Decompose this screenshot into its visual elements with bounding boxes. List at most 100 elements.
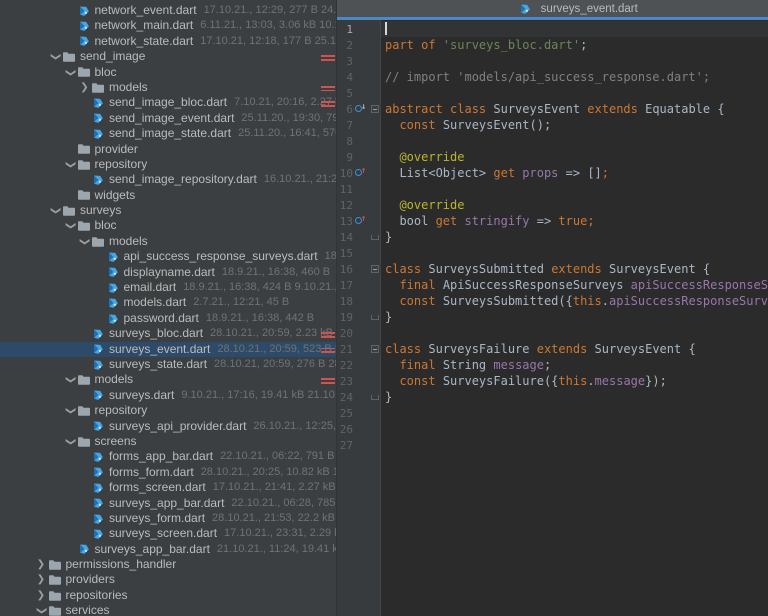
- code-editor[interactable]: 123456↓78910↑111213↑14151617181920212223…: [337, 20, 768, 616]
- tree-row[interactable]: forms_screen.dart17.10.21., 21:41, 2.27 …: [0, 480, 336, 495]
- editor-gutter: 123456↓78910↑111213↑14151617181920212223…: [337, 20, 381, 616]
- tree-file-name: surveys_screen.dart: [109, 526, 217, 541]
- tree-row[interactable]: password.dart18.9.21., 16:38, 442 B: [0, 311, 336, 326]
- code-line[interactable]: @override: [381, 197, 768, 213]
- chevron-down-icon[interactable]: ❯: [33, 604, 48, 616]
- chevron-down-icon[interactable]: ❯: [48, 204, 63, 217]
- code-line[interactable]: [381, 437, 768, 453]
- tree-row[interactable]: ❯repository: [0, 403, 336, 418]
- tree-row[interactable]: ❯services: [0, 603, 336, 616]
- code-line[interactable]: }: [381, 309, 768, 325]
- tree-row[interactable]: ❯surveys: [0, 203, 336, 218]
- editor-tab[interactable]: surveys_event.dart: [518, 3, 638, 15]
- tree-row[interactable]: surveys_event.dart28.10.21., 20:59, 523 …: [0, 342, 336, 357]
- tree-row[interactable]: ❯repository: [0, 157, 336, 172]
- code-line[interactable]: // import 'models/api_success_response.d…: [381, 69, 768, 85]
- code-line[interactable]: const SurveysSubmitted({this.apiSuccessR…: [381, 293, 768, 309]
- chevron-down-icon[interactable]: ❯: [62, 220, 77, 233]
- chevron-down-icon[interactable]: ❯: [48, 50, 63, 63]
- chevron-down-icon[interactable]: ❯: [77, 235, 92, 248]
- tree-row[interactable]: surveys_app_bar.dart21.10.21., 11:24, 19…: [0, 542, 336, 557]
- chevron-down-icon[interactable]: ❯: [62, 158, 77, 171]
- tree-row[interactable]: surveys_form.dart28.10.21., 21:53, 22.2 …: [0, 511, 336, 526]
- overrides-method-icon[interactable]: ↑: [355, 168, 367, 178]
- tree-row[interactable]: send_image_repository.dart16.10.21., 21:…: [0, 172, 336, 187]
- tree-row[interactable]: ❯permissions_handler: [0, 557, 336, 572]
- tree-row[interactable]: network_state.dart17.10.21, 12:18, 177 B…: [0, 34, 336, 49]
- tree-row[interactable]: ❯screens: [0, 434, 336, 449]
- tree-row[interactable]: forms_form.dart28.10.21., 20:25, 10.82 k…: [0, 465, 336, 480]
- code-line[interactable]: part of 'surveys_bloc.dart';: [381, 37, 768, 53]
- is-implemented-icon[interactable]: ↓: [355, 104, 367, 114]
- tree-row[interactable]: ❯bloc: [0, 218, 336, 233]
- tree-row[interactable]: send_image_bloc.dart7.10.21, 20:16, 2.27…: [0, 95, 336, 110]
- code-line[interactable]: }: [381, 229, 768, 245]
- code-line[interactable]: [381, 325, 768, 341]
- fold-marker[interactable]: [371, 315, 379, 320]
- tree-row[interactable]: surveys_screen.dart 17.10.21., 23:31, 2.2…: [0, 526, 336, 541]
- tree-row[interactable]: ❯providers: [0, 572, 336, 587]
- code-line[interactable]: [381, 181, 768, 197]
- tree-row[interactable]: surveys.dart9.10.21., 17:16, 19.41 kB 21…: [0, 388, 336, 403]
- tree-row[interactable]: surveys_state.dart28.10.21, 20:59, 276 B…: [0, 357, 336, 372]
- code-line[interactable]: class SurveysFailure extends SurveysEven…: [381, 341, 768, 357]
- tree-row[interactable]: ❯repositories: [0, 588, 336, 603]
- tree-file-name: forms_form.dart: [109, 465, 194, 480]
- chevron-right-icon[interactable]: ❯: [35, 572, 48, 587]
- chevron-down-icon[interactable]: ❯: [62, 66, 77, 79]
- chevron-down-icon[interactable]: ❯: [62, 374, 77, 387]
- tree-row[interactable]: email.dart18.9.21., 16:38, 424 B 9.10.21…: [0, 280, 336, 295]
- code-line[interactable]: const SurveysFailure({this.message});: [381, 373, 768, 389]
- tree-row[interactable]: ❯models: [0, 372, 336, 387]
- code-line[interactable]: final String message;: [381, 357, 768, 373]
- tree-row[interactable]: send_image_event.dart25.11.20., 19:30, 7…: [0, 111, 336, 126]
- chevron-down-icon[interactable]: ❯: [62, 404, 77, 417]
- code-line[interactable]: @override: [381, 149, 768, 165]
- tree-row[interactable]: provider: [0, 142, 336, 157]
- tree-row[interactable]: surveys_bloc.dart28.10.21., 20:59, 2.23 …: [0, 326, 336, 341]
- chevron-right-icon[interactable]: ❯: [78, 80, 91, 95]
- tree-row[interactable]: ❯send_image: [0, 49, 336, 64]
- tree-row[interactable]: network_main.dart6.11.21., 13:03, 3.06 k…: [0, 18, 336, 33]
- tree-row[interactable]: ❯bloc: [0, 65, 336, 80]
- code-line[interactable]: [381, 421, 768, 437]
- fold-marker[interactable]: [371, 345, 379, 353]
- fold-marker[interactable]: [371, 235, 379, 240]
- code-line[interactable]: [381, 245, 768, 261]
- tree-row[interactable]: models.dart2.7.21., 12:21, 45 B: [0, 295, 336, 310]
- chevron-down-icon[interactable]: ❯: [62, 435, 77, 448]
- code-line[interactable]: class SurveysSubmitted extends SurveysEv…: [381, 261, 768, 277]
- tree-row[interactable]: surveys_app_bar.dart22.10.21., 06:28, 78…: [0, 496, 336, 511]
- code-line[interactable]: List<Object> get props => [];: [381, 165, 768, 181]
- code-line[interactable]: const SurveysEvent();: [381, 117, 768, 133]
- tree-row[interactable]: displayname.dart18.9.21., 16:38, 460 B: [0, 265, 336, 280]
- code-line[interactable]: final ApiSuccessResponseSurveys apiSucce…: [381, 277, 768, 293]
- tree-row[interactable]: widgets: [0, 188, 336, 203]
- code-line[interactable]: [381, 405, 768, 421]
- code-line[interactable]: [381, 133, 768, 149]
- fold-marker[interactable]: [371, 395, 379, 400]
- code-line[interactable]: bool get stringify => true;: [381, 213, 768, 229]
- fold-marker[interactable]: [371, 265, 379, 273]
- tree-row[interactable]: ❯models: [0, 80, 336, 95]
- file-meta-text: 17.10.21., 23:31, 2.29 kB 21.10.21,: [224, 526, 336, 541]
- code-line[interactable]: [381, 21, 768, 37]
- tree-row[interactable]: network_event.dart17.10.21., 12:29, 277 …: [0, 3, 336, 18]
- code-area[interactable]: part of 'surveys_bloc.dart'; // import 'm…: [381, 20, 768, 616]
- tree-row[interactable]: api_success_response_surveys.dart18.10.2…: [0, 249, 336, 264]
- chevron-right-icon[interactable]: ❯: [35, 557, 48, 572]
- code-token: bool: [385, 214, 436, 228]
- dart-file-icon: [91, 328, 105, 340]
- code-line[interactable]: [381, 53, 768, 69]
- tree-row[interactable]: forms_app_bar.dart22.10.21., 06:22, 791 …: [0, 449, 336, 464]
- tree-row[interactable]: send_image_state.dart25.11.20., 16:41, 5…: [0, 126, 336, 141]
- code-line[interactable]: [381, 85, 768, 101]
- chevron-right-icon[interactable]: ❯: [35, 588, 48, 603]
- fold-marker[interactable]: [371, 105, 379, 113]
- code-line[interactable]: abstract class SurveysEvent extends Equa…: [381, 101, 768, 117]
- code-line[interactable]: }: [381, 389, 768, 405]
- tree-row[interactable]: surveys_api_provider.dart26.10.21., 12:2…: [0, 419, 336, 434]
- code-token: part of: [385, 38, 443, 52]
- tree-row[interactable]: ❯models: [0, 234, 336, 249]
- overrides-method-icon[interactable]: ↑: [355, 216, 367, 226]
